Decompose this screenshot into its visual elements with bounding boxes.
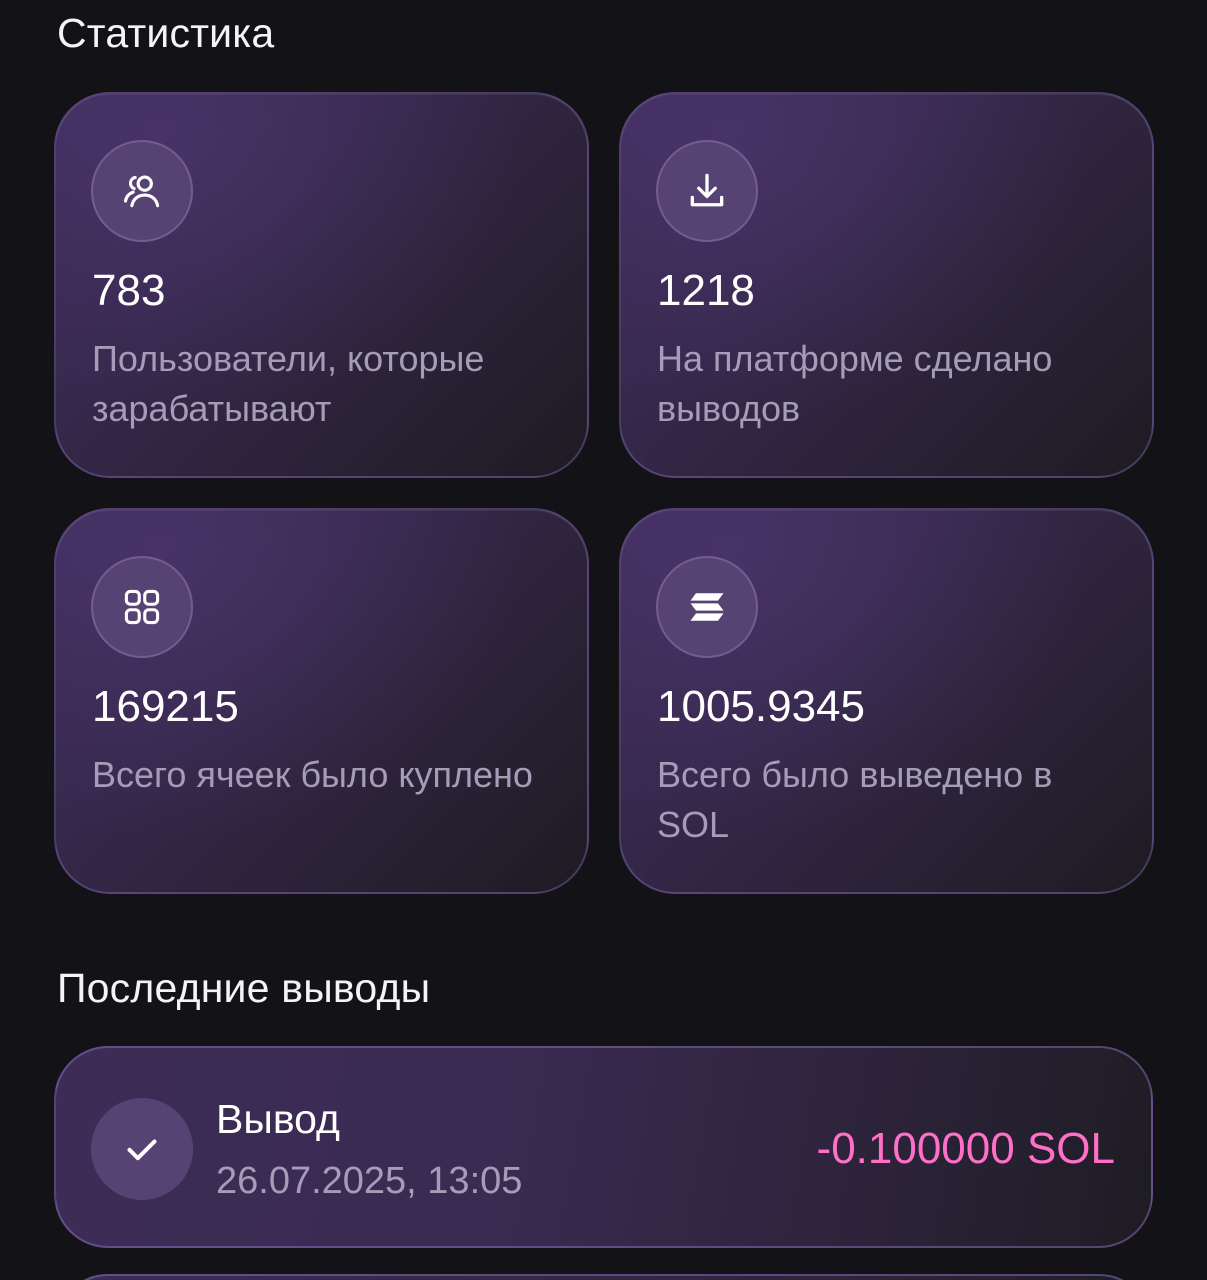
stat-description: Пользователи, которые зарабатывают xyxy=(92,338,485,429)
stat-card-withdrawals: 1218 На платформе сделано выводов xyxy=(619,92,1154,478)
stat-value: 1218 xyxy=(657,266,755,315)
stat-card-sol: 1005.9345 Всего было выведено в SOL xyxy=(619,508,1154,894)
users-icon xyxy=(91,140,193,242)
withdrawal-list-item[interactable]: Вывод 26.07.2025, 13:05 -0.100000 SOL xyxy=(54,1046,1153,1248)
withdrawals-title: Последние выводы xyxy=(57,965,431,1011)
stat-description: Всего ячеек было куплено xyxy=(92,754,533,795)
grid-icon xyxy=(91,556,193,658)
stat-description: На платформе сделано выводов xyxy=(657,338,1053,429)
page: Статистика 783 Пользователи, которые зар… xyxy=(0,0,1207,1280)
stat-value: 169215 xyxy=(92,682,239,731)
withdrawal-title: Вывод xyxy=(216,1096,340,1142)
stat-value: 1005.9345 xyxy=(657,682,865,731)
withdrawal-list-item-partial[interactable] xyxy=(54,1274,1153,1280)
download-icon xyxy=(656,140,758,242)
stat-description: Всего было выведено в SOL xyxy=(657,754,1053,845)
solana-icon xyxy=(656,556,758,658)
statistics-title: Статистика xyxy=(57,10,275,56)
stat-card-cells: 169215 Всего ячеек было куплено xyxy=(54,508,589,894)
stat-card-users: 783 Пользователи, которые зарабатывают xyxy=(54,92,589,478)
stat-value: 783 xyxy=(92,266,166,315)
withdrawal-date: 26.07.2025, 13:05 xyxy=(216,1160,523,1202)
withdrawal-amount: -0.100000 SOL xyxy=(816,1124,1115,1173)
check-icon xyxy=(91,1098,193,1200)
